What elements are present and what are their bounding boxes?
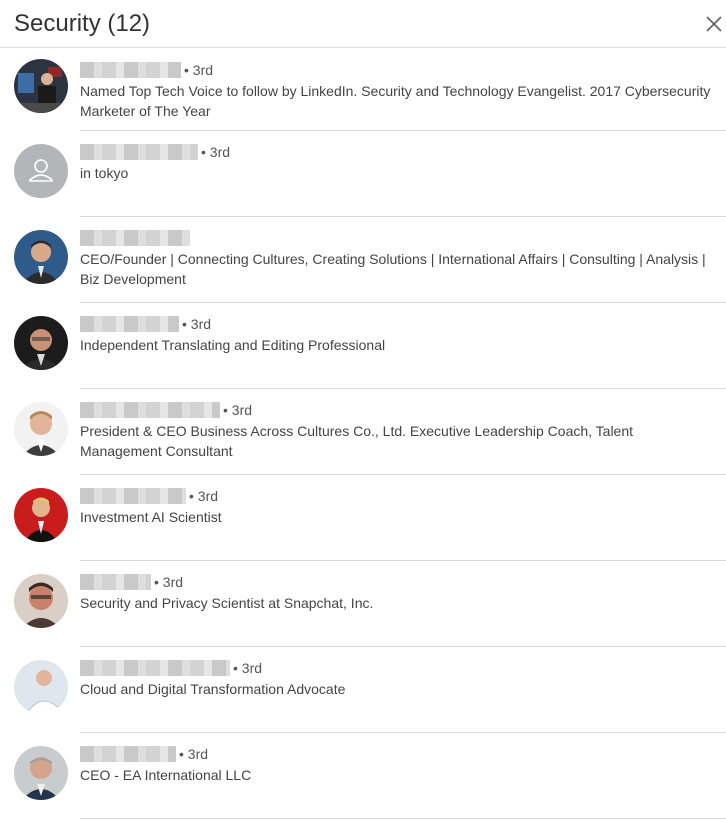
name-line: • 3rd <box>80 143 230 161</box>
list-item[interactable]: • 3rd Security and Privacy Scientist at … <box>14 561 726 647</box>
connection-degree: • 3rd <box>179 745 209 762</box>
member-headline: President & CEO Business Across Cultures… <box>80 423 634 459</box>
name-line: • 3rd <box>80 401 252 419</box>
avatar[interactable] <box>14 574 68 628</box>
modal-title: Security (12) <box>14 10 151 37</box>
member-headline: Investment AI Scientist <box>80 509 222 525</box>
avatar[interactable] <box>14 316 68 370</box>
avatar[interactable] <box>14 230 68 284</box>
name-line: • 3rd <box>80 315 211 333</box>
connection-degree: • 3rd <box>233 659 263 676</box>
connection-degree: • 3rd <box>182 315 212 332</box>
list-item[interactable]: • 3rd in tokyo <box>14 131 726 217</box>
connection-degree: • 3rd <box>223 401 253 418</box>
avatar[interactable] <box>14 746 68 800</box>
connection-degree: • 3rd <box>184 61 214 78</box>
name-line <box>80 229 193 247</box>
list-item[interactable]: • 3rd CEO - EA International LLC <box>14 733 726 819</box>
avatar[interactable] <box>14 488 68 542</box>
avatar-placeholder-icon[interactable] <box>14 144 68 198</box>
list-item[interactable]: • 3rd Cloud and Digital Transformation A… <box>14 647 726 733</box>
name-line: • 3rd <box>80 487 218 505</box>
member-name-redacted[interactable] <box>80 401 220 418</box>
list-item[interactable]: • 3rd President & CEO Business Across Cu… <box>14 389 726 475</box>
name-line: • 3rd <box>80 745 208 763</box>
connection-degree: • 3rd <box>201 143 231 160</box>
member-headline: in tokyo <box>80 165 129 181</box>
member-headline: Security and Privacy Scientist at Snapch… <box>80 595 374 611</box>
name-line: • 3rd <box>80 573 183 591</box>
name-line: • 3rd <box>80 61 213 79</box>
member-headline: CEO/Founder | Connecting Cultures, Creat… <box>80 251 706 287</box>
member-name-redacted[interactable] <box>80 659 230 676</box>
modal-header: Security (12) <box>0 0 726 48</box>
name-line: • 3rd <box>80 659 262 677</box>
list-item[interactable]: CEO/Founder | Connecting Cultures, Creat… <box>14 217 726 303</box>
member-name-redacted[interactable] <box>80 61 181 78</box>
connection-degree: • 3rd <box>154 573 184 590</box>
avatar[interactable] <box>14 660 68 714</box>
member-name-redacted[interactable] <box>80 315 179 332</box>
connection-degree: • 3rd <box>189 487 219 504</box>
close-icon[interactable] <box>702 12 726 36</box>
member-name-redacted[interactable] <box>80 487 186 504</box>
member-name-redacted[interactable] <box>80 229 190 246</box>
member-headline: CEO - EA International LLC <box>80 767 252 783</box>
member-headline: Named Top Tech Voice to follow by Linked… <box>80 83 711 119</box>
list-item[interactable]: • 3rd Investment AI Scientist <box>14 475 726 561</box>
member-headline: Independent Translating and Editing Prof… <box>80 337 386 353</box>
avatar[interactable] <box>14 59 68 113</box>
list-item[interactable]: • 3rd Named Top Tech Voice to follow by … <box>14 49 726 131</box>
avatar[interactable] <box>14 402 68 456</box>
member-name-redacted[interactable] <box>80 143 198 160</box>
member-name-redacted[interactable] <box>80 573 151 590</box>
list-item[interactable]: • 3rd Independent Translating and Editin… <box>14 303 726 389</box>
connection-list: • 3rd Named Top Tech Voice to follow by … <box>0 49 726 819</box>
member-headline: Cloud and Digital Transformation Advocat… <box>80 681 346 697</box>
member-name-redacted[interactable] <box>80 745 176 762</box>
